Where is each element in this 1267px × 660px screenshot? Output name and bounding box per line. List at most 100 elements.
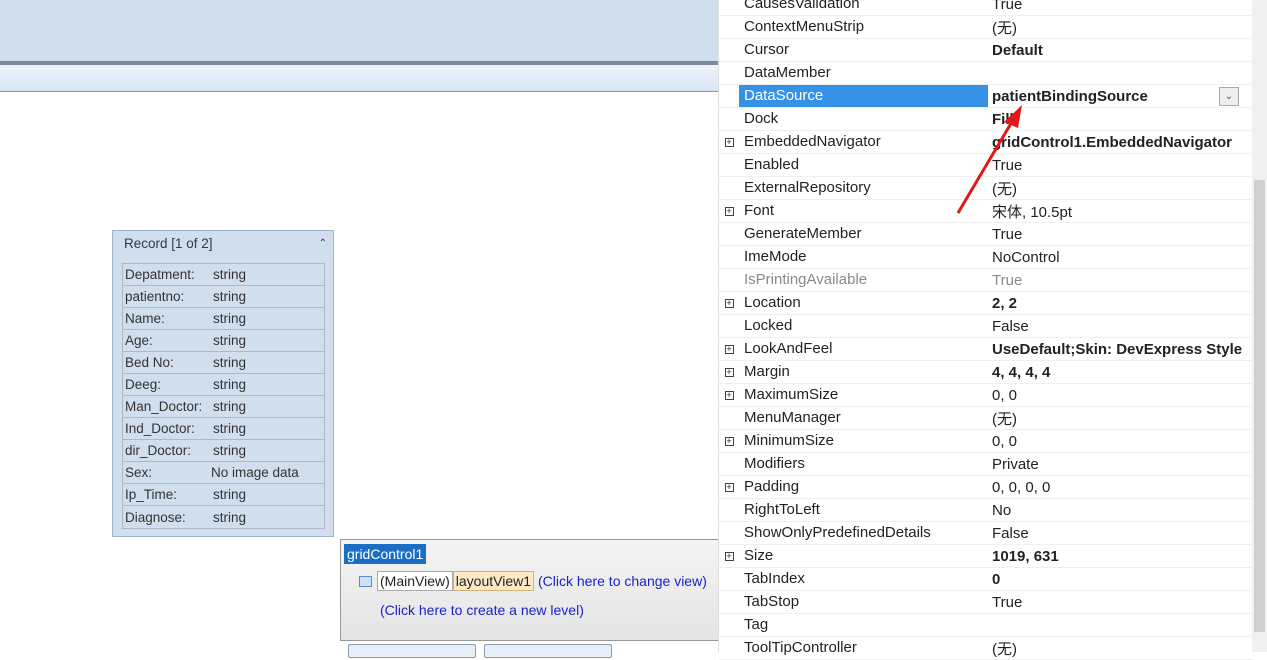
property-row[interactable]: + Margin 4, 4, 4, 4 — [719, 361, 1253, 384]
expand-icon[interactable]: + — [724, 137, 734, 147]
property-row[interactable]: CausesValidation True — [719, 0, 1253, 16]
property-row[interactable]: Locked False — [719, 315, 1253, 338]
property-value[interactable]: (无) — [988, 17, 1253, 38]
card-field-row[interactable]: Ind_Doctor: string — [123, 418, 324, 440]
property-row[interactable]: TabIndex 0 — [719, 568, 1253, 591]
property-row[interactable]: + MaximumSize 0, 0 — [719, 384, 1253, 407]
view-icon — [359, 575, 372, 587]
property-value[interactable]: 宋体, 10.5pt — [988, 201, 1253, 222]
property-value[interactable]: (无) — [988, 638, 1253, 659]
field-value: string — [213, 333, 247, 348]
expand-icon[interactable]: + — [724, 436, 734, 446]
dropdown-arrow-icon[interactable]: ⌄ — [1219, 86, 1239, 106]
property-row[interactable]: GenerateMember True — [719, 223, 1253, 246]
property-value[interactable]: 4, 4, 4, 4 — [988, 364, 1253, 381]
property-row[interactable]: RightToLeft No — [719, 499, 1253, 522]
collapse-chevron-icon[interactable]: ⌃ — [319, 238, 327, 249]
card-field-row[interactable]: Age: string — [123, 330, 324, 352]
card-field-row[interactable]: Ip_Time: string — [123, 484, 324, 506]
property-row[interactable]: + LookAndFeel UseDefault;Skin: DevExpress … — [719, 338, 1253, 361]
property-row[interactable]: Dock Fill — [719, 108, 1253, 131]
property-value[interactable]: 1019, 631 — [988, 548, 1253, 565]
card-field-row[interactable]: Deeg: string — [123, 374, 324, 396]
property-value[interactable]: False — [988, 525, 1253, 542]
card-field-row[interactable]: Sex: No image data — [123, 462, 324, 484]
property-row[interactable]: + Padding 0, 0, 0, 0 — [719, 476, 1253, 499]
property-value[interactable]: True — [988, 0, 1253, 13]
card-field-row[interactable]: Depatment: string — [123, 264, 324, 286]
property-value[interactable]: Fill — [988, 111, 1253, 128]
designer-button[interactable] — [348, 644, 476, 658]
property-value[interactable]: 2, 2 — [988, 295, 1253, 312]
card-fields: Depatment: string patientno: string Name: str… — [122, 263, 325, 529]
property-row[interactable]: + Font 宋体, 10.5pt — [719, 200, 1253, 223]
expand-icon[interactable]: + — [724, 206, 734, 216]
property-row[interactable]: Tag — [719, 614, 1253, 637]
property-value[interactable]: gridControl1.EmbeddedNavigator — [988, 134, 1253, 151]
card-field-row[interactable]: Man_Doctor: string — [123, 396, 324, 418]
change-view-link[interactable]: (Click here to change view) — [538, 573, 707, 589]
expand-icon[interactable]: + — [724, 298, 734, 308]
expand-icon[interactable]: + — [724, 344, 734, 354]
property-name: TabIndex — [744, 570, 805, 587]
layout-view-node[interactable]: layoutView1 — [452, 571, 535, 591]
property-row[interactable]: Cursor Default — [719, 39, 1253, 62]
field-label: patientno: — [125, 289, 185, 304]
property-value[interactable]: Default — [988, 42, 1253, 59]
card-field-row[interactable]: dir_Doctor: string — [123, 440, 324, 462]
property-row[interactable]: TabStop True — [719, 591, 1253, 614]
property-value[interactable]: True — [988, 594, 1253, 611]
scrollbar-thumb[interactable] — [1254, 180, 1265, 632]
property-row[interactable]: ToolTipController (无) — [719, 637, 1253, 660]
property-row[interactable]: Enabled True — [719, 154, 1253, 177]
field-label: Deeg: — [125, 377, 162, 392]
card-field-row[interactable]: Bed No: string — [123, 352, 324, 374]
card-field-row[interactable]: patientno: string — [123, 286, 324, 308]
property-value[interactable]: 0, 0, 0, 0 — [988, 479, 1253, 496]
property-row[interactable]: + EmbeddedNavigator gridControl1.EmbeddedN… — [719, 131, 1253, 154]
designer-button[interactable] — [484, 644, 612, 658]
property-value[interactable]: False — [988, 318, 1253, 335]
scrollbar[interactable] — [1252, 0, 1267, 652]
property-row[interactable]: ContextMenuStrip (无) — [719, 16, 1253, 39]
field-label: Sex: — [125, 465, 153, 480]
expand-icon[interactable]: + — [724, 367, 734, 377]
property-row[interactable]: + MinimumSize 0, 0 — [719, 430, 1253, 453]
property-value[interactable]: True — [988, 157, 1253, 174]
expand-icon[interactable]: + — [724, 551, 734, 561]
expand-icon[interactable]: + — [724, 390, 734, 400]
create-level-link[interactable]: (Click here to create a new level) — [380, 602, 584, 618]
expand-icon[interactable]: + — [724, 482, 734, 492]
field-value: string — [213, 509, 247, 525]
layout-view-card[interactable]: Record [1 of 2] ⌃ Depatment: string patient… — [112, 230, 334, 537]
card-field-row[interactable]: Name: string — [123, 308, 324, 330]
property-value[interactable]: (无) — [988, 178, 1253, 199]
property-value[interactable]: True — [988, 226, 1253, 243]
property-value[interactable]: (无) — [988, 408, 1253, 429]
property-row[interactable]: Modifiers Private — [719, 453, 1253, 476]
property-value[interactable]: Private — [988, 456, 1253, 473]
property-row[interactable]: MenuManager (无) — [719, 407, 1253, 430]
property-row[interactable]: ImeMode NoControl — [719, 246, 1253, 269]
property-row[interactable]: IsPrintingAvailable True — [719, 269, 1253, 292]
property-name: Dock — [744, 110, 779, 127]
property-row[interactable]: + Location 2, 2 — [719, 292, 1253, 315]
property-value[interactable]: NoControl — [988, 249, 1253, 266]
property-row[interactable]: DataSource patientBindingSource ⌄ — [719, 85, 1253, 108]
card-caption: Record [1 of 2] — [124, 235, 213, 251]
property-value[interactable]: No — [988, 502, 1253, 519]
property-row[interactable]: + Size 1019, 631 — [719, 545, 1253, 568]
property-value[interactable]: 0, 0 — [988, 387, 1253, 404]
property-value[interactable]: UseDefault;Skin: DevExpress Style — [988, 341, 1253, 358]
card-field-row[interactable]: Diagnose: string — [123, 506, 324, 528]
grid-control-node[interactable]: gridControl1 — [344, 544, 427, 564]
property-value[interactable]: 0, 0 — [988, 433, 1253, 450]
property-row[interactable]: DataMember — [719, 62, 1253, 85]
property-value[interactable]: patientBindingSource — [988, 88, 1253, 105]
property-value[interactable]: 0 — [988, 571, 1253, 588]
property-row[interactable]: ShowOnlyPredefinedDetails False — [719, 522, 1253, 545]
property-row[interactable]: ExternalRepository (无) — [719, 177, 1253, 200]
property-value[interactable]: True — [988, 272, 1253, 289]
property-name: Enabled — [744, 156, 800, 173]
field-value: string — [213, 377, 247, 392]
